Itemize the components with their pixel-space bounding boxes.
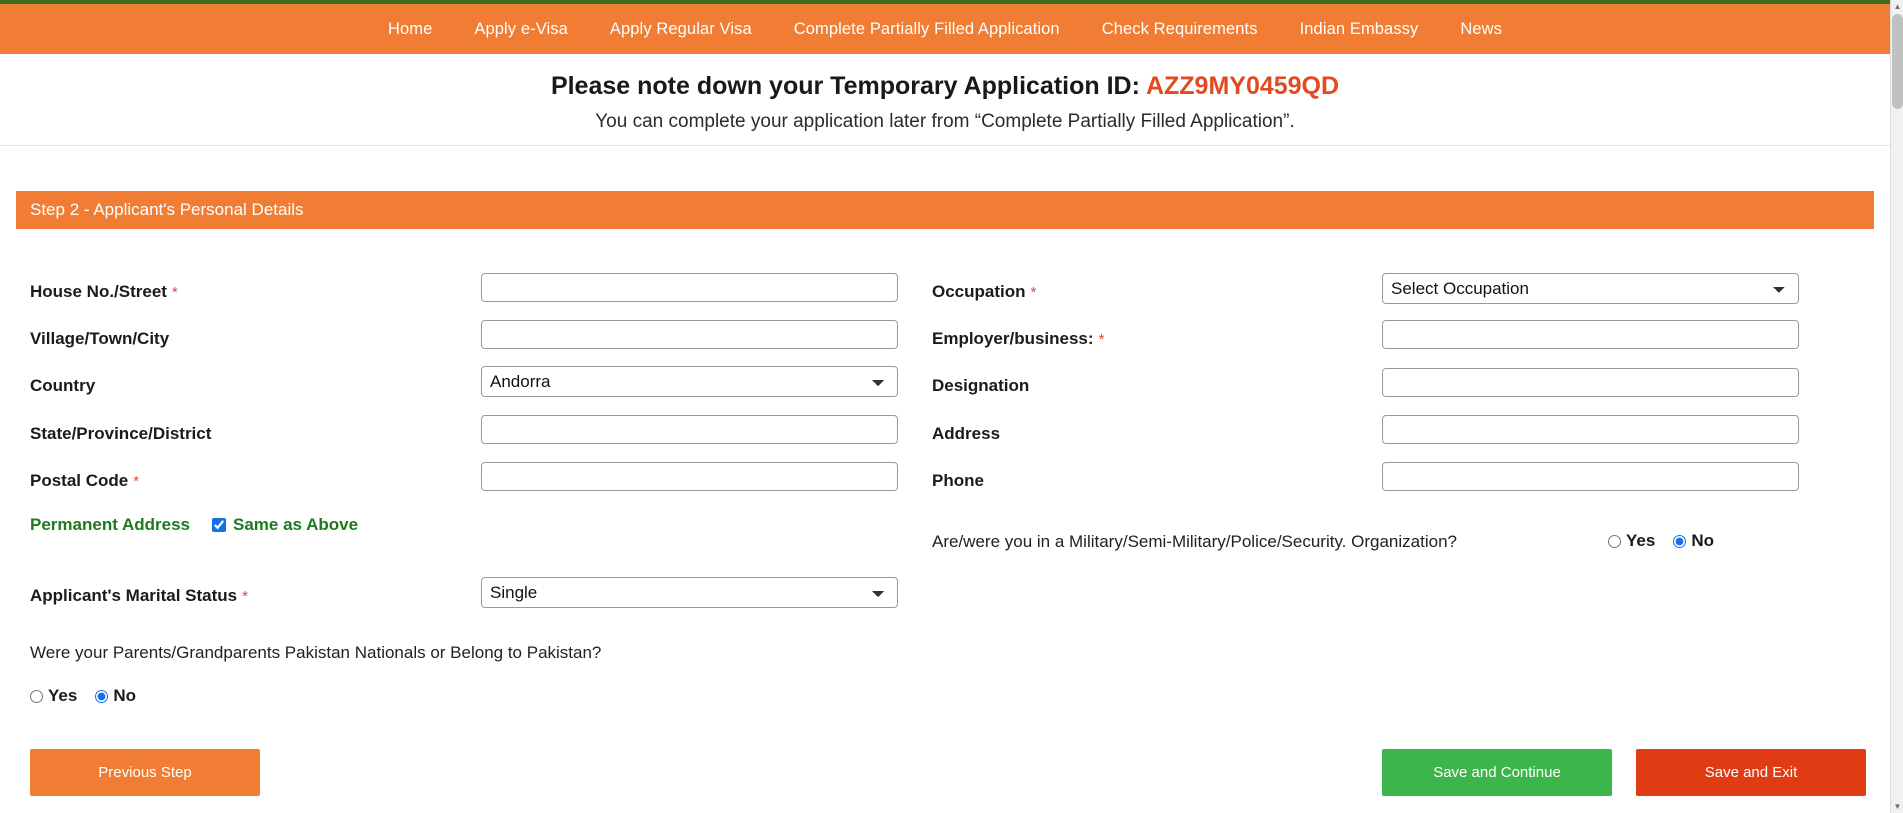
required-asterisk-occupation: * <box>1030 284 1037 301</box>
label-state-province-district: State/Province/District <box>30 424 212 443</box>
phone-input[interactable] <box>1382 462 1799 491</box>
village-town-city-input[interactable] <box>481 320 898 349</box>
required-asterisk-house-street: * <box>171 284 178 301</box>
label-marital-status: Applicant's Marital Status * <box>30 587 248 604</box>
scroll-up-arrow-icon[interactable]: ▲ <box>1891 0 1903 13</box>
label-village-town-city: Village/Town/City <box>30 329 170 348</box>
main-navigation-bar: Home Apply e-Visa Apply Regular Visa Com… <box>0 4 1890 54</box>
military-organization-question: Are/were you in a Military/Semi-Military… <box>932 532 1457 551</box>
occupation-select[interactable]: Select Occupation <box>1382 273 1799 304</box>
save-and-continue-button[interactable]: Save and Continue <box>1382 749 1612 796</box>
label-postal-code-text: Postal Code <box>30 471 129 490</box>
label-designation: Designation <box>932 376 1030 395</box>
scrollbar-thumb[interactable] <box>1892 14 1903 109</box>
pakistan-radio-no[interactable] <box>95 689 109 703</box>
pakistan-radio-yes-label: Yes <box>48 686 78 705</box>
nav-item-check-requirements[interactable]: Check Requirements <box>1081 21 1279 38</box>
scroll-down-arrow-icon[interactable]: ▼ <box>1891 800 1903 813</box>
permanent-address-row: Permanent Address Same as Above <box>30 515 358 535</box>
temporary-application-id-value: AZZ9MY0459QD <box>1145 72 1340 100</box>
label-occupation-text: Occupation <box>932 282 1026 301</box>
step-header-bar: Step 2 - Applicant's Personal Details <box>16 191 1874 229</box>
state-province-district-input[interactable] <box>481 415 898 444</box>
address-input[interactable] <box>1382 415 1799 444</box>
pakistan-nationals-radio-group: Yes No <box>30 686 154 706</box>
same-as-above-checkbox[interactable] <box>211 518 226 532</box>
label-address: Address <box>932 424 1001 443</box>
temporary-application-id-notice: Please note down your Temporary Applicat… <box>0 54 1890 146</box>
military-radio-no[interactable] <box>1673 534 1687 548</box>
marital-status-select[interactable]: Single <box>481 577 898 608</box>
nav-item-news[interactable]: News <box>1439 21 1523 38</box>
pakistan-nationals-question: Were your Parents/Grandparents Pakistan … <box>30 643 602 662</box>
label-employer-business-text: Employer/business: <box>932 329 1094 348</box>
designation-input[interactable] <box>1382 368 1799 397</box>
label-phone: Phone <box>932 471 984 490</box>
label-occupation: Occupation * <box>932 283 1036 300</box>
military-radio-no-label: No <box>1691 531 1714 550</box>
required-asterisk-postal-code: * <box>133 473 140 490</box>
military-organization-radio-group: Yes No <box>1608 531 1714 551</box>
nav-item-apply-regular-visa[interactable]: Apply Regular Visa <box>589 21 773 38</box>
step-header-title: Step 2 - Applicant's Personal Details <box>30 200 304 219</box>
page-root: Home Apply e-Visa Apply Regular Visa Com… <box>0 0 1903 813</box>
label-employer-business: Employer/business: * <box>932 330 1104 347</box>
military-radio-yes[interactable] <box>1608 534 1621 548</box>
notice-subtitle: You can complete your application later … <box>595 111 1295 133</box>
same-as-above-label: Same as Above <box>232 515 359 534</box>
nav-item-list: Home Apply e-Visa Apply Regular Visa Com… <box>367 21 1523 38</box>
house-street-input[interactable] <box>481 273 898 302</box>
notice-title: Please note down your Temporary Applicat… <box>0 54 1890 102</box>
label-marital-status-text: Applicant's Marital Status <box>30 586 238 605</box>
label-postal-code: Postal Code * <box>30 472 139 489</box>
label-house-street: House No./Street * <box>30 283 178 300</box>
postal-code-input[interactable] <box>481 462 898 491</box>
nav-item-home[interactable]: Home <box>367 21 453 38</box>
required-asterisk-employer-business: * <box>1098 331 1105 348</box>
permanent-address-label: Permanent Address <box>30 515 190 534</box>
pakistan-radio-yes[interactable] <box>30 689 43 703</box>
notice-title-prefix: Please note down your Temporary Applicat… <box>550 72 1146 100</box>
save-and-exit-button[interactable]: Save and Exit <box>1636 749 1866 796</box>
nav-item-indian-embassy[interactable]: Indian Embassy <box>1279 21 1440 38</box>
nav-item-complete-partially-filled-application[interactable]: Complete Partially Filled Application <box>773 21 1081 38</box>
employer-business-input[interactable] <box>1382 320 1799 349</box>
country-select[interactable]: Andorra <box>481 366 898 397</box>
military-radio-yes-label: Yes <box>1626 531 1656 550</box>
previous-step-button[interactable]: Previous Step <box>30 749 260 796</box>
pakistan-radio-no-label: No <box>113 686 136 705</box>
nav-item-apply-evisa[interactable]: Apply e-Visa <box>453 21 589 38</box>
label-house-street-text: House No./Street <box>30 282 167 301</box>
required-asterisk-marital-status: * <box>242 588 248 605</box>
label-country: Country <box>30 376 96 395</box>
page-scrollbar[interactable]: ▲ ▼ <box>1890 0 1903 813</box>
